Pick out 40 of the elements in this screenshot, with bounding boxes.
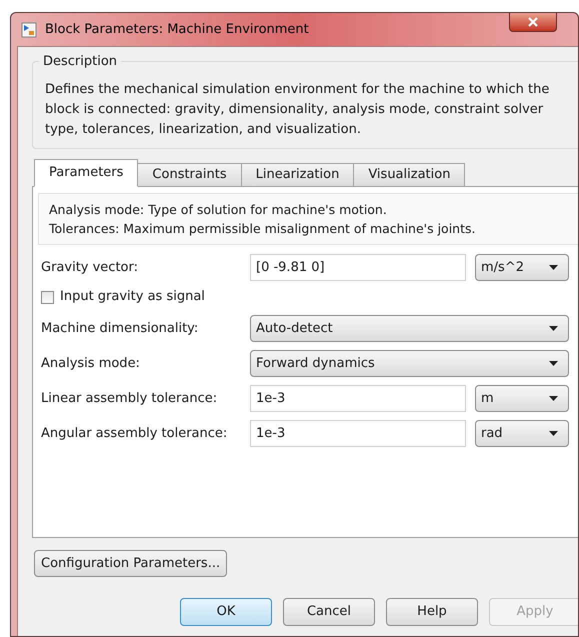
- dropdown[interactable]: m/s^2: [475, 254, 569, 281]
- dialog-button[interactable]: Help: [386, 598, 478, 626]
- dialog-button[interactable]: OK: [180, 598, 272, 626]
- dropdown[interactable]: rad: [475, 420, 569, 447]
- window-title: Block Parameters: Machine Environment: [45, 20, 309, 39]
- field-label: Linear assembly tolerance:: [41, 390, 218, 408]
- tab[interactable]: Parameters: [34, 159, 138, 187]
- close-button[interactable]: [509, 13, 557, 32]
- caret-icon: [549, 431, 558, 436]
- input-field[interactable]: 1e-3: [250, 420, 466, 447]
- checkbox[interactable]: [41, 290, 54, 304]
- caret-icon: [549, 361, 558, 366]
- close-icon: [528, 17, 538, 27]
- dialog-button[interactable]: Cancel: [283, 598, 375, 626]
- help-text: Analysis mode: Type of solution for machine's motion.: [49, 201, 388, 219]
- tab[interactable]: Visualization: [353, 163, 466, 187]
- field-label: Analysis mode:: [41, 354, 141, 373]
- dropdown[interactable]: Forward dynamics: [250, 350, 569, 377]
- dropdown-value: Forward dynamics: [256, 354, 375, 373]
- input-field[interactable]: 1e-3: [250, 385, 466, 412]
- caret-icon: [549, 396, 558, 401]
- field-label: Machine dimensionality:: [41, 320, 200, 338]
- caret-icon: [549, 265, 558, 270]
- dropdown-value: Auto-detect: [256, 320, 333, 338]
- dropdown[interactable]: Auto-detect: [250, 315, 569, 342]
- tab[interactable]: Linearization: [240, 163, 354, 187]
- checkbox-label: Input gravity as signal: [60, 288, 205, 306]
- input-field[interactable]: [0 -9.81 0]: [250, 254, 466, 281]
- field-label: Angular assembly tolerance:: [41, 424, 228, 443]
- description-text: Defines the mechanical simulation environment for the machine to which the block is connected: gravity, dimensionality, analysis mode, constraint solver type, tolerances, linearization, and visualization.: [45, 81, 550, 139]
- tab[interactable]: Constraints: [137, 163, 242, 187]
- dropdown[interactable]: m: [475, 385, 569, 412]
- configuration-parameters-button[interactable]: Configuration Parameters...: [34, 550, 228, 577]
- dropdown-value: m/s^2: [481, 258, 524, 277]
- field-label: Gravity vector:: [41, 258, 139, 277]
- help-text: Tolerances: Maximum permissible misalignment of machine's joints.: [49, 220, 476, 238]
- dropdown-value: rad: [481, 424, 503, 443]
- app-icon: [21, 22, 37, 38]
- caret-icon: [549, 326, 558, 331]
- dropdown-value: m: [481, 390, 494, 408]
